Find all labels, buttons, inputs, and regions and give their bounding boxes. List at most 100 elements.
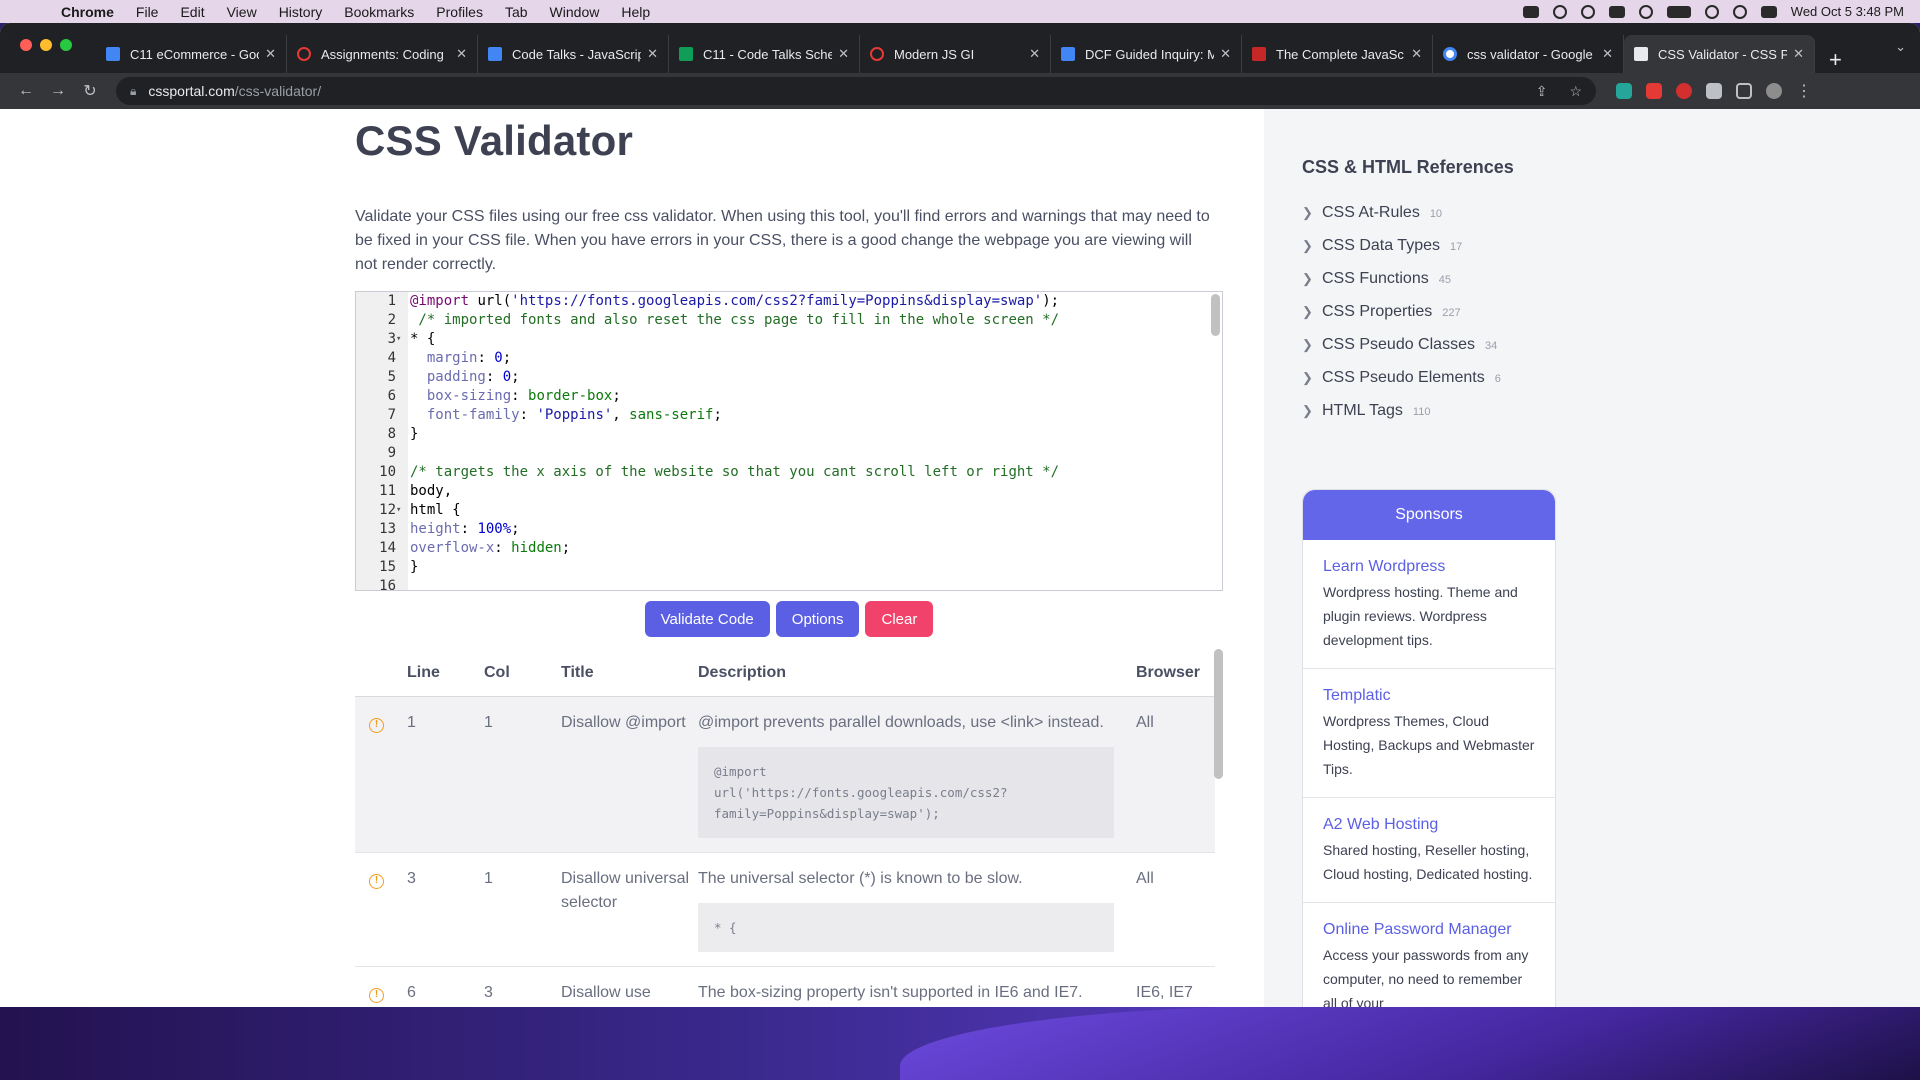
share-icon[interactable]: ⇪ <box>1536 83 1548 100</box>
code-line[interactable]: 9 <box>356 444 1222 463</box>
fold-toggle-icon[interactable] <box>396 482 408 501</box>
sponsor-link[interactable]: A2 Web Hosting <box>1323 816 1535 834</box>
results-scrollbar[interactable] <box>1214 649 1223 779</box>
bookmark-star-icon[interactable]: ☆ <box>1569 83 1582 100</box>
forward-button[interactable]: → <box>42 82 74 100</box>
editor-code[interactable]: 1 @import url('https://fonts.googleapis.c… <box>356 292 1222 590</box>
browser-tab[interactable]: css validator - Google ✕ <box>1433 35 1624 73</box>
menu-window[interactable]: Window <box>539 4 611 20</box>
reload-button[interactable]: ↻ <box>74 81 106 101</box>
code-line[interactable]: 14 overflow-x: hidden; <box>356 539 1222 558</box>
siri-icon[interactable] <box>1580 4 1595 19</box>
code-line[interactable]: 11 body, <box>356 482 1222 501</box>
puzzle-extensions-icon[interactable] <box>1706 83 1722 99</box>
close-tab-icon[interactable]: ✕ <box>456 46 467 62</box>
spotlight-search-icon[interactable] <box>1732 4 1747 19</box>
code-line[interactable]: 6 box-sizing: border-box; <box>356 387 1222 406</box>
fold-toggle-icon[interactable] <box>396 558 408 577</box>
code-line[interactable]: 1 @import url('https://fonts.googleapis.c… <box>356 292 1222 311</box>
kebab-menu-icon[interactable]: ⋮ <box>1796 81 1812 101</box>
code-line[interactable]: 8} <box>356 425 1222 444</box>
validate-code-button[interactable]: Validate Code <box>644 601 770 637</box>
code-line[interactable]: 7 font-family: 'Poppins', sans-serif; <box>356 406 1222 425</box>
sponsor-link[interactable]: Learn Wordpress <box>1323 558 1535 576</box>
maximize-window-button[interactable] <box>60 39 72 51</box>
close-tab-icon[interactable]: ✕ <box>1793 46 1804 62</box>
control-center-icon[interactable] <box>1760 5 1777 18</box>
fold-toggle-icon[interactable]: ▾ <box>396 501 408 520</box>
creative-cloud-icon[interactable] <box>1552 4 1567 19</box>
code-line[interactable]: 16 <box>356 577 1222 590</box>
code-line[interactable]: 4 margin: 0; <box>356 349 1222 368</box>
sponsor-link[interactable]: Online Password Manager <box>1323 921 1535 939</box>
browser-tab[interactable]: CSS Validator - CSS P ✕ <box>1624 35 1815 73</box>
code-line[interactable]: 5 padding: 0; <box>356 368 1222 387</box>
close-tab-icon[interactable]: ✕ <box>1411 46 1422 62</box>
battery-icon[interactable] <box>1666 5 1691 18</box>
menu-history[interactable]: History <box>268 4 334 20</box>
fold-toggle-icon[interactable] <box>396 311 408 330</box>
fold-toggle-icon[interactable] <box>396 520 408 539</box>
menu-help[interactable]: Help <box>610 4 661 20</box>
sponsor-link[interactable]: Templatic <box>1323 687 1535 705</box>
play-icon[interactable] <box>1638 4 1653 19</box>
browser-tab[interactable]: C11 eCommerce - Goo ✕ <box>96 35 287 73</box>
fold-toggle-icon[interactable] <box>396 349 408 368</box>
fold-toggle-icon[interactable]: ▾ <box>396 330 408 349</box>
extension-icon[interactable] <box>1616 83 1632 99</box>
menu-view[interactable]: View <box>216 4 268 20</box>
code-line[interactable]: 15} <box>356 558 1222 577</box>
css-code-editor[interactable]: 1 @import url('https://fonts.googleapis.c… <box>355 291 1223 591</box>
fold-toggle-icon[interactable] <box>396 463 408 482</box>
fold-toggle-icon[interactable] <box>396 425 408 444</box>
reference-item[interactable]: ❯ CSS At-Rules 10 <box>1302 196 1556 229</box>
close-tab-icon[interactable]: ✕ <box>647 46 658 62</box>
browser-tab[interactable]: Modern JS GI ✕ <box>860 35 1051 73</box>
close-tab-icon[interactable]: ✕ <box>1029 46 1040 62</box>
reference-item[interactable]: ❯ CSS Pseudo Elements 6 <box>1302 361 1556 394</box>
fold-toggle-icon[interactable] <box>396 539 408 558</box>
fold-toggle-icon[interactable] <box>396 406 408 425</box>
tab-search-chevron-icon[interactable]: ⌄ <box>1895 39 1906 55</box>
fold-toggle-icon[interactable] <box>396 368 408 387</box>
menubar-clock[interactable]: Wed Oct 5 3:48 PM <box>1791 4 1904 19</box>
side-panel-icon[interactable] <box>1736 83 1752 99</box>
menu-file[interactable]: File <box>125 4 170 20</box>
reference-item[interactable]: ❯ HTML Tags 110 <box>1302 394 1556 427</box>
code-line[interactable]: 13 height: 100%; <box>356 520 1222 539</box>
new-tab-button[interactable]: + <box>1815 47 1856 73</box>
reference-item[interactable]: ❯ CSS Functions 45 <box>1302 262 1556 295</box>
browser-tab[interactable]: C11 - Code Talks Sche ✕ <box>669 35 860 73</box>
browser-tab[interactable]: Assignments: Coding ✕ <box>287 35 478 73</box>
minimize-window-button[interactable] <box>40 39 52 51</box>
wifi-icon[interactable] <box>1704 4 1719 19</box>
menu-tab[interactable]: Tab <box>494 4 539 20</box>
code-line[interactable]: 3 ▾ * { <box>356 330 1222 349</box>
screen-record-icon[interactable] <box>1522 5 1539 18</box>
fold-toggle-icon[interactable] <box>396 577 408 590</box>
fold-toggle-icon[interactable] <box>396 444 408 463</box>
menu-app-name[interactable]: Chrome <box>50 4 125 20</box>
close-tab-icon[interactable]: ✕ <box>1602 46 1613 62</box>
menu-profiles[interactable]: Profiles <box>425 4 494 20</box>
clear-button[interactable]: Clear <box>865 601 934 637</box>
close-tab-icon[interactable]: ✕ <box>838 46 849 62</box>
volume-icon[interactable] <box>1608 5 1625 18</box>
code-line[interactable]: 2 /* imported fonts and also reset the c… <box>356 311 1222 330</box>
reference-item[interactable]: ❯ CSS Data Types 17 <box>1302 229 1556 262</box>
menu-bookmarks[interactable]: Bookmarks <box>333 4 425 20</box>
code-line[interactable]: 12 ▾ html { <box>356 501 1222 520</box>
address-bar[interactable]: 🔒︎ cssportal.com/css-validator/ ⇪ ☆ <box>116 77 1596 105</box>
profile-avatar[interactable] <box>1766 83 1782 99</box>
menu-edit[interactable]: Edit <box>169 4 215 20</box>
browser-tab[interactable]: DCF Guided Inquiry: M ✕ <box>1051 35 1242 73</box>
browser-tab[interactable]: Code Talks - JavaScrip ✕ <box>478 35 669 73</box>
screencast-extension-icon[interactable] <box>1646 83 1662 99</box>
reference-item[interactable]: ❯ CSS Pseudo Classes 34 <box>1302 328 1556 361</box>
reference-item[interactable]: ❯ CSS Properties 227 <box>1302 295 1556 328</box>
close-tab-icon[interactable]: ✕ <box>1220 46 1231 62</box>
options-button[interactable]: Options <box>775 601 860 637</box>
browser-tab[interactable]: The Complete JavaSc ✕ <box>1242 35 1433 73</box>
back-button[interactable]: ← <box>10 82 42 100</box>
editor-scrollbar[interactable] <box>1211 294 1220 336</box>
